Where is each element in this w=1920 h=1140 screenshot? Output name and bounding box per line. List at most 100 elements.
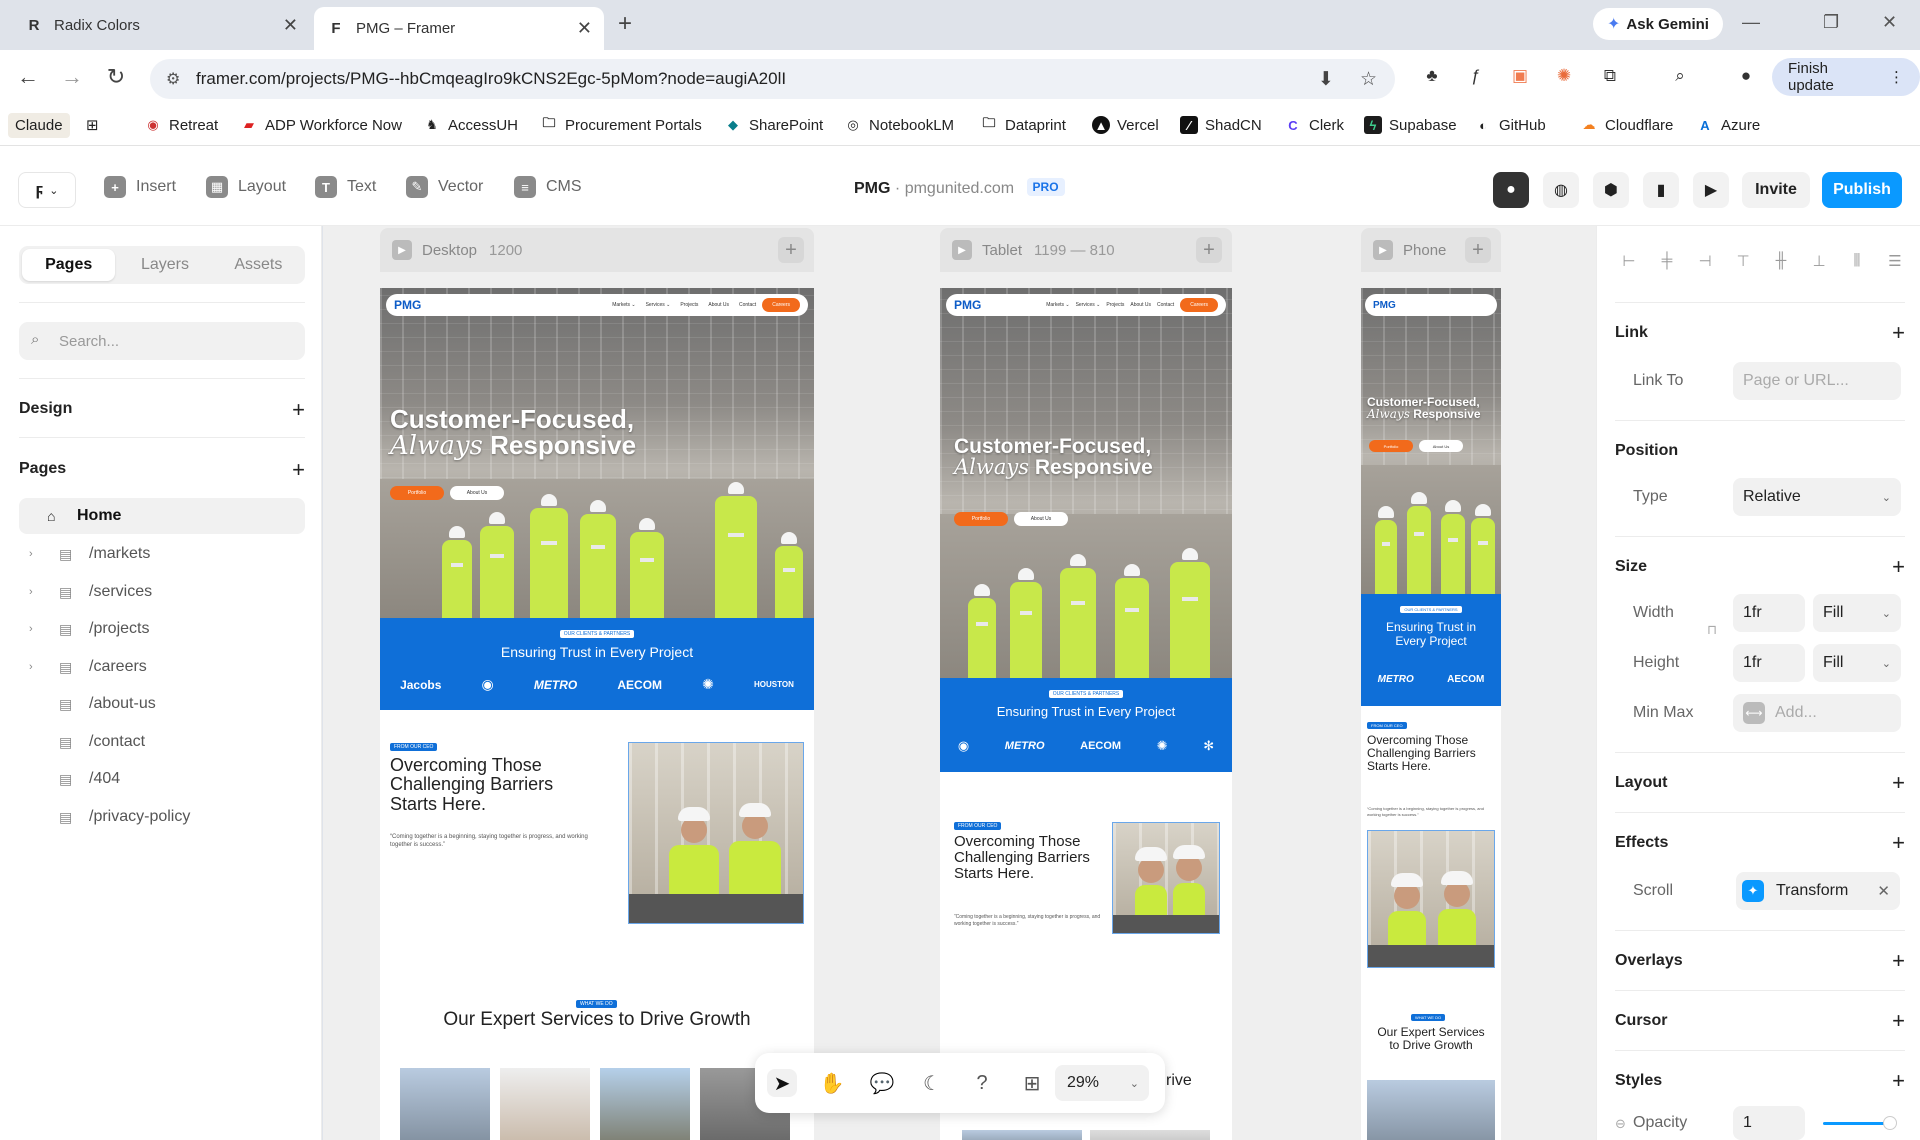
- extension-icon[interactable]: ♣: [1420, 66, 1444, 90]
- add-link-icon[interactable]: +: [1892, 320, 1905, 346]
- preview-play-icon[interactable]: ▶: [392, 240, 412, 260]
- align-left-icon[interactable]: ⊢: [1617, 252, 1641, 270]
- collaborator-avatar[interactable]: ●: [1493, 172, 1529, 208]
- tab-assets[interactable]: Assets: [212, 246, 305, 284]
- hand-icon[interactable]: ✋: [817, 1069, 847, 1097]
- bookmark-adp[interactable]: ▰ ADP Workforce Now: [240, 116, 402, 134]
- close-tab-icon[interactable]: ✕: [577, 18, 592, 39]
- bookmark-claude[interactable]: Claude: [8, 113, 70, 138]
- height-input[interactable]: 1fr: [1733, 644, 1805, 682]
- extensions-puzzle-icon[interactable]: ⧉: [1598, 66, 1622, 90]
- bookmark-github[interactable]: ◐ GitHub: [1474, 116, 1546, 134]
- comment-icon[interactable]: 💬: [867, 1069, 897, 1097]
- remove-opacity-icon[interactable]: ⊖: [1615, 1116, 1626, 1132]
- bookmark-vercel[interactable]: ▲ Vercel: [1092, 116, 1159, 134]
- add-breakpoint-icon[interactable]: +: [778, 237, 804, 263]
- minimize-icon[interactable]: —: [1742, 12, 1760, 33]
- bookmark-procurement[interactable]: 🗀 Procurement Portals: [540, 115, 701, 134]
- text-tool[interactable]: T Text: [315, 176, 376, 198]
- bookmark-supabase[interactable]: ϟ Supabase: [1364, 116, 1457, 134]
- chevron-right-icon[interactable]: ›: [29, 661, 45, 673]
- project-title[interactable]: PMG · pmgunited.com PRO: [854, 178, 1065, 198]
- bookmark-azure[interactable]: A Azure: [1696, 116, 1760, 134]
- help-icon[interactable]: ?: [967, 1069, 997, 1097]
- preview-play-icon[interactable]: ▶: [1693, 172, 1729, 208]
- bookmark-clerk[interactable]: C Clerk: [1284, 116, 1344, 134]
- restore-icon[interactable]: ❐: [1823, 12, 1839, 33]
- tab-pages[interactable]: Pages: [22, 249, 116, 281]
- extension-pdf-icon[interactable]: ▣: [1508, 66, 1532, 90]
- breakpoint-tablet-header[interactable]: ▶ Tablet 1199 — 810 +: [940, 228, 1232, 272]
- bookmark-accessuh[interactable]: ♞ AccessUH: [423, 116, 518, 134]
- globe-icon[interactable]: ◍: [1543, 172, 1579, 208]
- forward-icon[interactable]: →: [58, 64, 86, 90]
- finish-update-button[interactable]: Finish update ⋮: [1772, 58, 1920, 96]
- width-mode-select[interactable]: Fill ⌄: [1813, 594, 1901, 632]
- add-overlay-icon[interactable]: +: [1892, 948, 1905, 974]
- tab-search-icon[interactable]: ⌕: [1668, 66, 1692, 90]
- page-item-markets[interactable]: › ▤ /markets: [19, 536, 305, 572]
- chevron-right-icon[interactable]: ›: [29, 586, 45, 598]
- add-style-icon[interactable]: +: [1892, 1068, 1905, 1094]
- bookmark-star-icon[interactable]: ☆: [1360, 68, 1377, 91]
- align-top-icon[interactable]: ⊤: [1731, 252, 1755, 270]
- add-layout-icon[interactable]: +: [1892, 770, 1905, 796]
- add-design-icon[interactable]: +: [292, 397, 305, 423]
- address-bar[interactable]: ⚙ framer.com/projects/PMG--hbCmqeagIro9k…: [150, 59, 1395, 99]
- align-center-v-icon[interactable]: ╫: [1769, 252, 1793, 270]
- settings-hex-icon[interactable]: ⬢: [1593, 172, 1629, 208]
- page-item-contact[interactable]: ▤ /contact: [19, 724, 305, 760]
- close-window-icon[interactable]: ✕: [1882, 12, 1897, 33]
- breakpoint-desktop-header[interactable]: ▶ Desktop 1200 +: [380, 228, 814, 272]
- add-page-icon[interactable]: +: [292, 457, 305, 483]
- canvas[interactable]: ▶ Desktop 1200 + ▶ Tablet 1199 — 810 + ▶…: [323, 226, 1596, 1140]
- framer-menu-button[interactable]: ϝ ⌄: [18, 172, 76, 208]
- min-max-add[interactable]: ⟷ Add...: [1733, 694, 1901, 732]
- phone-frame[interactable]: PMG Customer-Focused, Always Responsive …: [1361, 288, 1501, 1140]
- height-mode-select[interactable]: Fill ⌄: [1813, 644, 1901, 682]
- position-type-select[interactable]: Relative ⌄: [1733, 478, 1901, 516]
- chevron-right-icon[interactable]: ›: [29, 548, 45, 560]
- close-tab-icon[interactable]: ✕: [283, 15, 298, 36]
- preview-play-icon[interactable]: ▶: [952, 240, 972, 260]
- layout-tool[interactable]: ▦ Layout: [206, 176, 286, 198]
- bookmark-cloudflare[interactable]: ☁ Cloudflare: [1580, 116, 1674, 134]
- breakpoint-phone-header[interactable]: ▶ Phone +: [1361, 228, 1501, 272]
- search-input[interactable]: [59, 322, 289, 360]
- add-breakpoint-icon[interactable]: +: [1465, 237, 1491, 263]
- analytics-icon[interactable]: ▮: [1643, 172, 1679, 208]
- tab-layers[interactable]: Layers: [118, 246, 211, 284]
- tab-radix-colors[interactable]: R Radix Colors ✕: [12, 7, 310, 43]
- site-settings-icon[interactable]: ⚙: [166, 69, 180, 89]
- reload-icon[interactable]: ↻: [102, 64, 130, 90]
- align-bottom-icon[interactable]: ⊥: [1807, 252, 1831, 270]
- add-size-icon[interactable]: +: [1892, 554, 1905, 580]
- bookmark-sharepoint[interactable]: ◆ SharePoint: [724, 116, 823, 134]
- cms-tool[interactable]: ≡ CMS: [514, 176, 582, 198]
- bookmark-shadcn[interactable]: ⁄ ShadCN: [1180, 116, 1262, 134]
- bookmark-retreat[interactable]: ◉ Retreat: [144, 116, 218, 134]
- tablet-frame[interactable]: PMG Markets ⌄ Services ⌄ Projects About …: [940, 288, 1232, 1140]
- ask-gemini-button[interactable]: ✦ Ask Gemini: [1593, 8, 1723, 40]
- vector-tool[interactable]: ✎ Vector: [406, 176, 483, 198]
- add-effect-icon[interactable]: +: [1892, 830, 1905, 856]
- align-right-icon[interactable]: ⊣: [1693, 252, 1717, 270]
- bookmark-notebooklm[interactable]: ◎ NotebookLM: [844, 116, 954, 134]
- page-item-services[interactable]: › ▤ /services: [19, 574, 305, 610]
- tab-pmg-framer[interactable]: F PMG – Framer ✕: [314, 7, 604, 50]
- extension-f-icon[interactable]: ƒ: [1464, 66, 1488, 90]
- distribute-h-icon[interactable]: ⫼: [1845, 252, 1869, 270]
- design-section[interactable]: Design +: [19, 397, 305, 422]
- page-item-projects[interactable]: › ▤ /projects: [19, 611, 305, 647]
- aspect-lock-icon[interactable]: ⊓: [1707, 622, 1717, 638]
- dark-mode-moon-icon[interactable]: ☾: [917, 1069, 947, 1097]
- remove-effect-icon[interactable]: ✕: [1877, 882, 1890, 900]
- add-cursor-icon[interactable]: +: [1892, 1008, 1905, 1034]
- link-to-input[interactable]: Page or URL...: [1733, 362, 1901, 400]
- desktop-frame[interactable]: PMG Markets ⌄ Services ⌄ Projects About …: [380, 288, 814, 1140]
- claude-extension-icon[interactable]: ✺: [1552, 66, 1576, 90]
- page-item-404[interactable]: ▤ /404: [19, 761, 305, 797]
- page-item-about-us[interactable]: ▤ /about-us: [19, 686, 305, 722]
- add-breakpoint-icon[interactable]: +: [1196, 237, 1222, 263]
- align-center-h-icon[interactable]: ╪: [1655, 252, 1679, 270]
